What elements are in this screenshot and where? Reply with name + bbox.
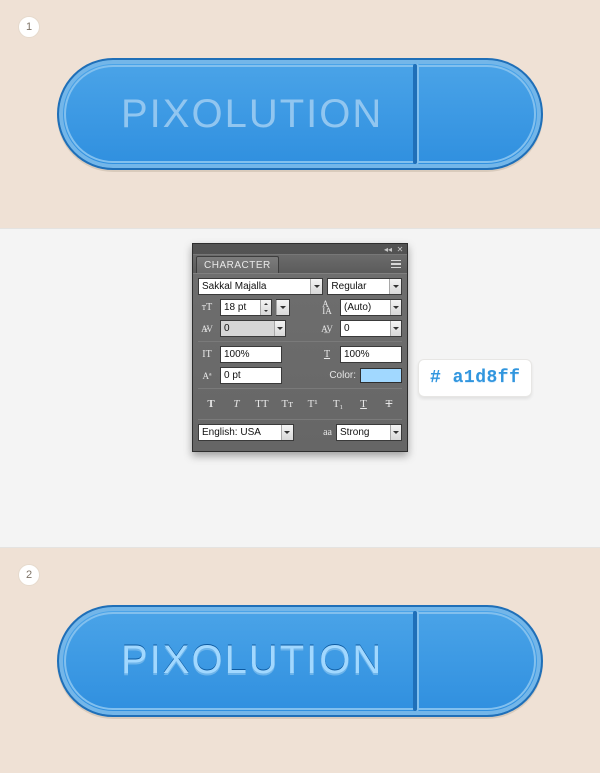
baseline-icon: Aª [198, 368, 216, 384]
leading-icon: AIA [318, 300, 336, 316]
step-number-2: 2 [18, 564, 40, 586]
chevron-down-icon[interactable] [389, 279, 401, 294]
language-input[interactable] [199, 425, 281, 440]
font-size-dropdown[interactable] [276, 299, 290, 316]
chevron-down-icon[interactable] [276, 300, 289, 315]
close-icon[interactable]: ✕ [395, 245, 405, 254]
separator [198, 388, 402, 389]
tracking-input[interactable] [341, 321, 390, 336]
pixolution-button-1: PIXOLUTION [57, 58, 543, 170]
tracking-select[interactable] [340, 320, 402, 337]
kerning-icon: A̷V [198, 321, 216, 337]
font-size-input[interactable] [221, 300, 260, 315]
preview-step-2: 2 PIXOLUTION [0, 548, 600, 773]
separator [198, 419, 402, 420]
button-label-2: PIXOLUTION [121, 638, 383, 683]
superscript-button[interactable]: T¹ [304, 396, 322, 412]
pixolution-button-2: PIXOLUTION [57, 605, 543, 717]
vscale-input[interactable] [221, 347, 281, 362]
vscale-input-box[interactable] [220, 346, 282, 363]
leading-input[interactable] [341, 300, 390, 315]
font-family-select[interactable] [198, 278, 323, 295]
baseline-input-box[interactable] [220, 367, 282, 384]
antialias-icon: aa [323, 427, 332, 438]
chevron-down-icon[interactable] [390, 300, 401, 315]
panel-body: тT AIA A̷V A͟V [193, 273, 407, 451]
text-color-swatch[interactable] [360, 368, 402, 383]
stepper-icon[interactable] [260, 300, 271, 315]
leading-select[interactable] [340, 299, 402, 316]
faux-italic-button[interactable]: T [227, 396, 245, 412]
step-number-1: 1 [18, 16, 40, 38]
font-style-input[interactable] [328, 279, 389, 294]
font-style-select[interactable] [327, 278, 402, 295]
chevron-down-icon[interactable] [281, 425, 293, 440]
collapse-icon[interactable]: ◂◂ [383, 245, 393, 254]
antialias-select[interactable] [336, 424, 402, 441]
vscale-icon: IT [198, 347, 216, 363]
button-divider [413, 64, 417, 164]
button-label-1: PIXOLUTION [121, 92, 383, 137]
underline-button[interactable]: T [355, 396, 373, 412]
separator [198, 341, 402, 342]
panel-handle: ◂◂ ✕ [193, 244, 407, 254]
smallcaps-button[interactable]: Tт [278, 396, 296, 412]
preview-step-1: 1 PIXOLUTION [0, 0, 600, 228]
subscript-button[interactable]: T₁ [329, 396, 347, 412]
settings-region: # a1d8ff ◂◂ ✕ CHARACTER тT [0, 228, 600, 548]
button-divider [413, 611, 417, 711]
opentype-row: T T TT Tт T¹ T₁ T T [198, 393, 402, 415]
chevron-down-icon[interactable] [390, 321, 401, 336]
baseline-input[interactable] [221, 368, 281, 383]
font-size-stepper[interactable] [220, 299, 272, 316]
color-label: Color: [329, 370, 356, 381]
language-select[interactable] [198, 424, 294, 441]
color-swatch-callout: # a1d8ff [418, 359, 532, 397]
tracking-icon: A͟V [318, 321, 336, 337]
kerning-select[interactable] [220, 320, 286, 337]
font-size-icon: тT [198, 300, 216, 316]
tab-character[interactable]: CHARACTER [196, 256, 279, 273]
antialias-input[interactable] [337, 425, 390, 440]
chevron-down-icon[interactable] [390, 425, 401, 440]
allcaps-button[interactable]: TT [253, 396, 271, 412]
hscale-input-box[interactable] [340, 346, 402, 363]
kerning-input[interactable] [221, 321, 274, 336]
font-family-input[interactable] [199, 279, 310, 294]
faux-bold-button[interactable]: T [202, 396, 220, 412]
panel-tabbar: CHARACTER [193, 254, 407, 273]
panel-menu-icon[interactable] [389, 258, 403, 270]
strikethrough-button[interactable]: T [380, 396, 398, 412]
character-panel: ◂◂ ✕ CHARACTER тT [192, 243, 408, 452]
chevron-down-icon[interactable] [310, 279, 323, 294]
hscale-input[interactable] [341, 347, 401, 362]
hscale-icon: T [318, 347, 336, 363]
chevron-down-icon[interactable] [274, 321, 285, 336]
